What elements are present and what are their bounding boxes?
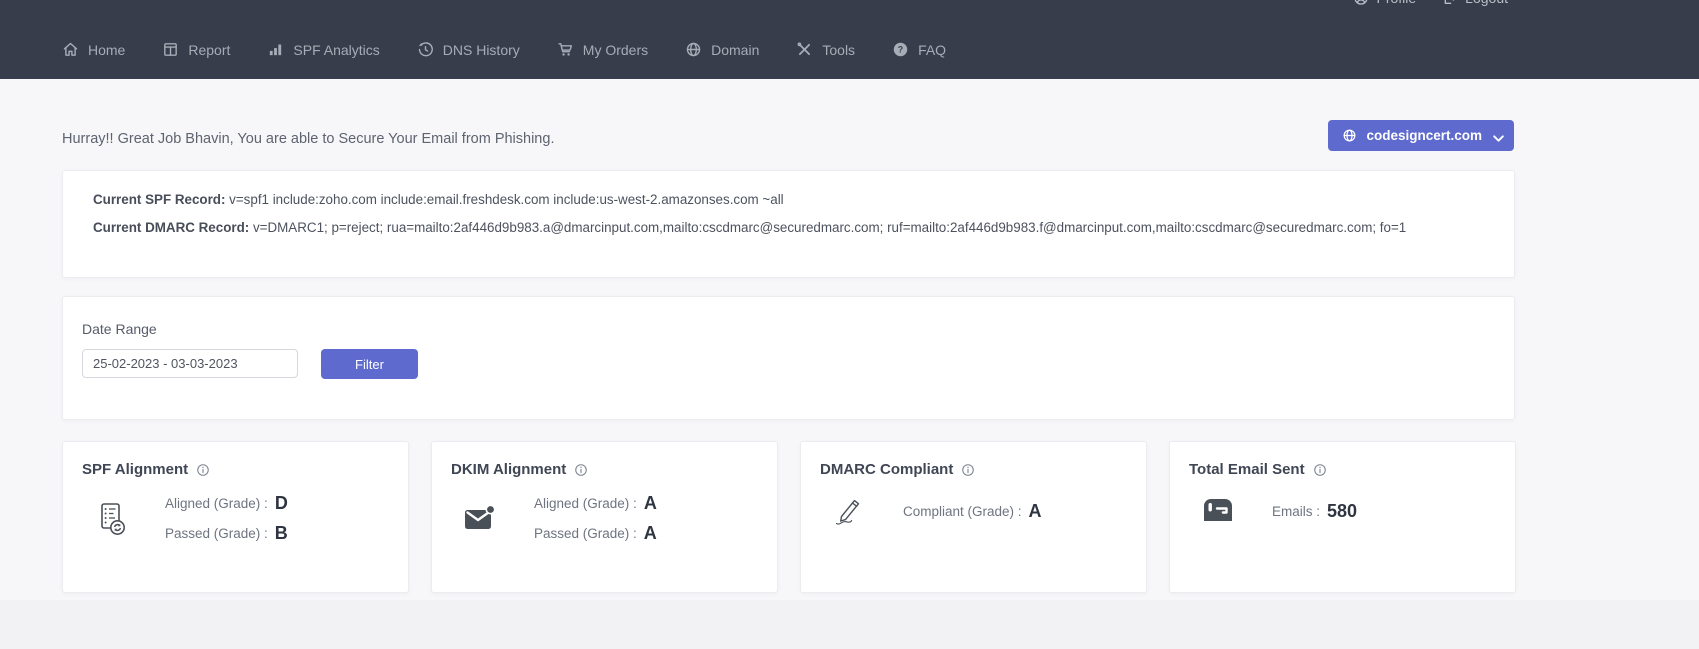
nav-item-dns-history[interactable]: DNS History (417, 41, 520, 58)
chevron-down-icon (1491, 131, 1501, 141)
nav-item-faq[interactable]: ? FAQ (892, 41, 946, 58)
metric-emails-sent: Emails :580 (1272, 501, 1357, 522)
profile-label: Profile (1376, 0, 1416, 6)
nav-label: SPF Analytics (293, 42, 379, 58)
page-footer-strip (0, 600, 1699, 649)
home-icon (62, 41, 79, 58)
nav-label: My Orders (583, 42, 648, 58)
date-filter-panel: Date Range Filter (62, 296, 1515, 420)
metric-passed-grade: Passed (Grade) :A (534, 523, 657, 544)
dmarc-compliant-card: DMARC Compliant Compliant (Grade) :A (800, 441, 1147, 593)
spf-record-line: Current SPF Record: v=spf1 include:zoho.… (93, 192, 784, 207)
dmarc-record-label: Current DMARC Record: (93, 220, 249, 235)
nav-item-my-orders[interactable]: My Orders (557, 41, 648, 58)
domain-selector-button[interactable]: codesigncert.com (1328, 120, 1514, 151)
globe-icon (685, 41, 702, 58)
logout-icon (1442, 0, 1458, 6)
metric-compliant-grade: Compliant (Grade) :A (903, 501, 1042, 522)
navbar: Profile Logout Home Report SPF Analyt (0, 0, 1699, 79)
grade-value: A (1029, 501, 1042, 522)
spf-alignment-card: SPF Alignment (62, 441, 409, 593)
info-icon[interactable] (574, 463, 588, 477)
globe-icon (1342, 128, 1357, 143)
card-title: Total Email Sent (1189, 461, 1305, 478)
date-range-label: Date Range (82, 321, 157, 337)
dmarc-record-value: v=DMARC1; p=reject; rua=mailto:2af446d9b… (249, 220, 1406, 235)
filter-button[interactable]: Filter (321, 349, 418, 379)
date-range-input[interactable] (82, 349, 298, 378)
nav-label: Home (88, 42, 125, 58)
grade-value: B (275, 523, 288, 544)
logout-label: Logout (1465, 0, 1508, 6)
report-icon (162, 41, 179, 58)
grade-value: A (644, 493, 657, 514)
nav-label: Report (188, 42, 230, 58)
metric-aligned-grade: Aligned (Grade) :A (534, 493, 657, 514)
profile-link[interactable]: Profile (1353, 0, 1416, 6)
metric-passed-grade: Passed (Grade) :B (165, 523, 288, 544)
nav-label: FAQ (918, 42, 946, 58)
question-icon: ? (892, 41, 909, 58)
bar-chart-icon (267, 41, 284, 58)
spf-record-label: Current SPF Record: (93, 192, 225, 207)
nav-item-tools[interactable]: Tools (796, 41, 855, 58)
history-icon (417, 41, 434, 58)
card-title: SPF Alignment (82, 461, 188, 478)
card-title: DMARC Compliant (820, 461, 953, 478)
nav-label: Domain (711, 42, 759, 58)
nav-label: DNS History (443, 42, 520, 58)
cart-icon (557, 41, 574, 58)
nav-label: Tools (822, 42, 855, 58)
info-icon[interactable] (961, 463, 975, 477)
greeting-message: Hurray!! Great Job Bhavin, You are able … (62, 131, 554, 147)
nav-item-spf-analytics[interactable]: SPF Analytics (267, 41, 379, 58)
spf-record-value: v=spf1 include:zoho.com include:email.fr… (225, 192, 783, 207)
mailbox-icon (1200, 493, 1238, 529)
nav-item-report[interactable]: Report (162, 41, 230, 58)
metric-aligned-grade: Aligned (Grade) :D (165, 493, 288, 514)
main-nav: Home Report SPF Analytics DNS History My… (62, 41, 946, 58)
svg-text:?: ? (898, 45, 903, 55)
emails-count: 580 (1327, 501, 1357, 522)
signature-pen-icon (831, 493, 869, 529)
grade-value: D (275, 493, 288, 514)
spf-sync-document-icon (93, 501, 131, 537)
tools-icon (796, 41, 813, 58)
topbar-links: Profile Logout (1353, 0, 1508, 6)
info-icon[interactable] (196, 463, 210, 477)
nav-item-home[interactable]: Home (62, 41, 125, 58)
user-icon (1353, 0, 1369, 6)
dkim-alignment-card: DKIM Alignment Aligned (Grade) :A Passed… (431, 441, 778, 593)
card-title: DKIM Alignment (451, 461, 566, 478)
dmarc-record-line: Current DMARC Record: v=DMARC1; p=reject… (93, 220, 1406, 235)
stat-cards-row: SPF Alignment (62, 441, 1516, 593)
info-icon[interactable] (1313, 463, 1327, 477)
total-email-sent-card: Total Email Sent Emails :580 (1169, 441, 1516, 593)
grade-value: A (644, 523, 657, 544)
nav-item-domain[interactable]: Domain (685, 41, 759, 58)
logout-link[interactable]: Logout (1442, 0, 1508, 6)
domain-selector-label: codesigncert.com (1366, 128, 1482, 143)
dns-records-panel: Current SPF Record: v=spf1 include:zoho.… (62, 170, 1515, 278)
envelope-notification-icon (462, 501, 500, 537)
